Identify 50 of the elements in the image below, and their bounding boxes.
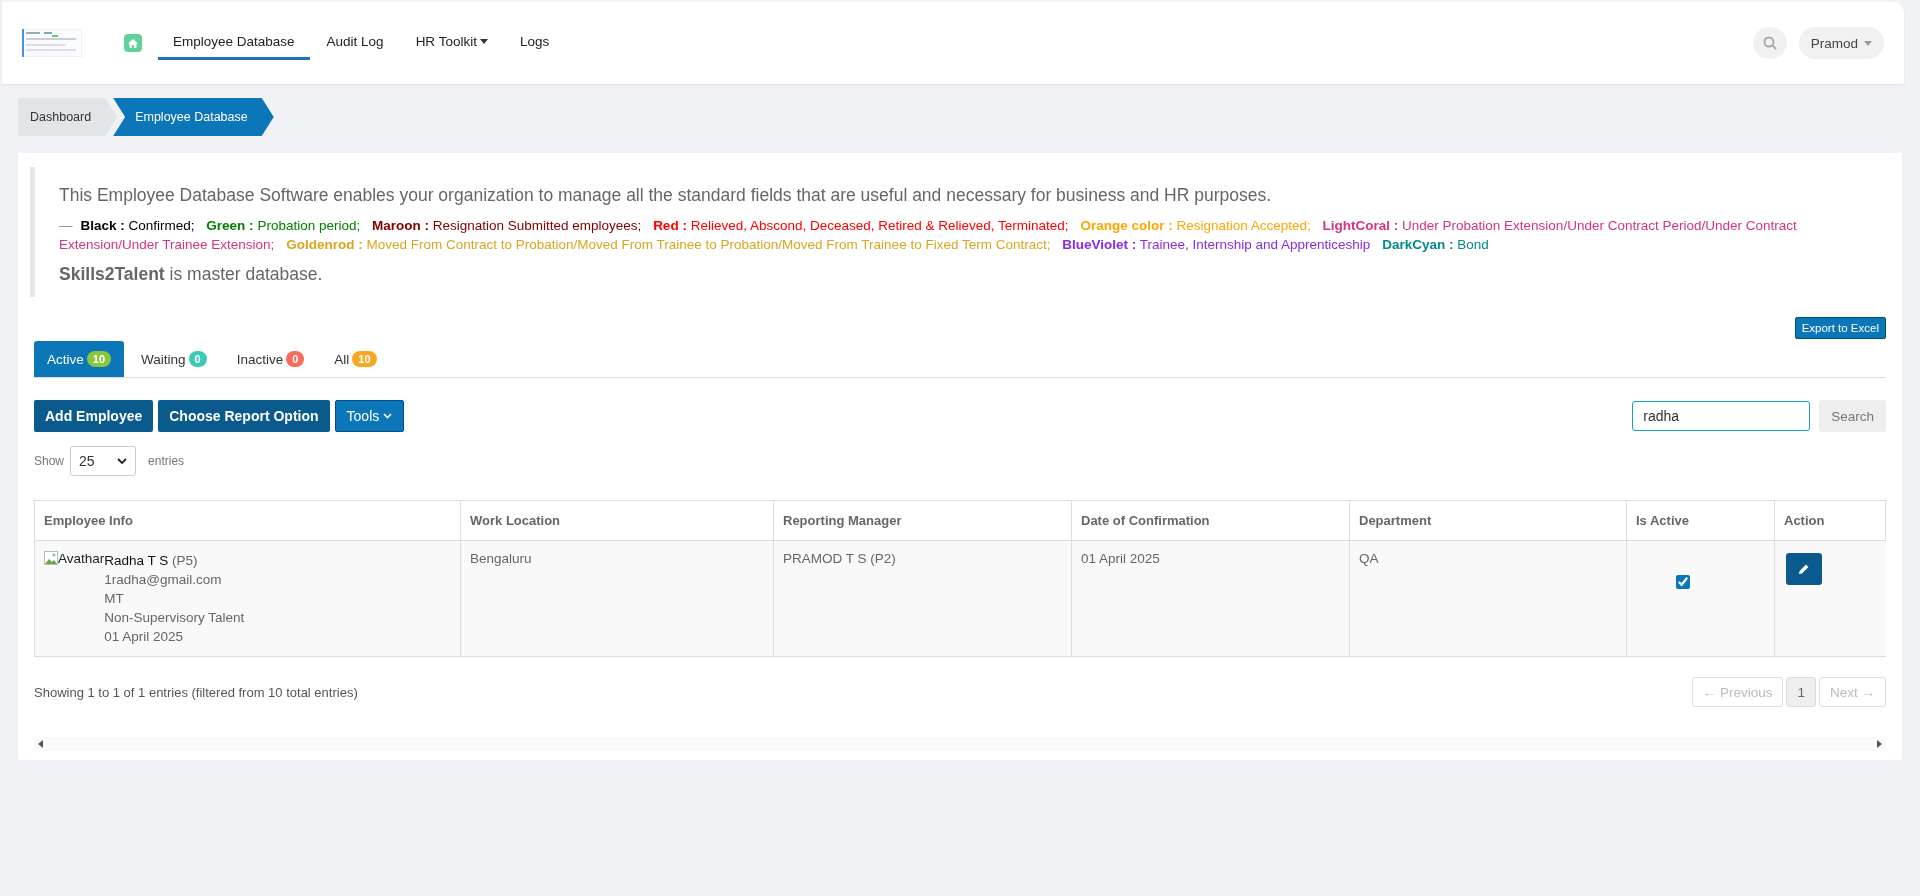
table-cell: 01 April 2025	[1081, 551, 1160, 566]
search-button[interactable]: Search	[1819, 400, 1886, 432]
count-badge: 10	[86, 351, 111, 367]
action-button[interactable]: Tools	[334, 400, 405, 432]
search-icon	[1762, 36, 1777, 50]
description-text: This Employee Database Software enables your organization to manage all the standard fields that are useful and necessary for business and HR purposes.	[59, 185, 1273, 206]
employee-detail: Non-Supervisory Talent	[104, 609, 245, 627]
nav-item[interactable]: Audit Log	[311, 26, 399, 60]
table-cell: PRAMOD T S (P2)	[783, 551, 896, 566]
broken-image-icon	[44, 551, 58, 565]
employee-detail: 1radha@gmail.com	[104, 571, 223, 589]
breadcrumb-item[interactable]: Employee Database	[113, 98, 274, 136]
search-field[interactable]: radha	[1632, 401, 1811, 431]
user-menu[interactable]: Pramod	[1798, 27, 1884, 59]
entries-select[interactable]: 25	[70, 446, 137, 476]
count-badge: 0	[188, 351, 207, 367]
nav-item[interactable]: Employee Database	[158, 26, 310, 60]
table-cell: QA	[1359, 551, 1379, 566]
avatar-alt-text: Avathar	[44, 551, 105, 646]
tab[interactable]: Inactive 0	[223, 341, 318, 377]
horizontal-scrollbar[interactable]	[34, 737, 1886, 751]
note-text: Skills2Talent is master database.	[59, 264, 324, 285]
tab[interactable]: Waiting 0	[128, 341, 220, 377]
table-cell: Bengaluru	[470, 551, 532, 566]
scroll-right-icon[interactable]	[1877, 740, 1882, 748]
page-button[interactable]: 1	[1786, 677, 1816, 707]
caret-icon	[1864, 40, 1872, 46]
employee-name: Radha T S (P5)	[104, 552, 199, 570]
count-badge: 10	[352, 351, 377, 367]
tab[interactable]: All 10	[321, 341, 390, 377]
pencil-icon	[1798, 563, 1810, 575]
tab[interactable]: Active 10	[34, 341, 124, 377]
entries-label: entries	[148, 454, 185, 468]
nav-item[interactable]: HR Toolkit	[400, 26, 503, 60]
employee-detail: 01 April 2025	[104, 628, 185, 646]
nav-item[interactable]: Logs	[504, 26, 565, 60]
export-button[interactable]: Export to Excel	[1794, 317, 1886, 339]
show-label: Show	[34, 454, 65, 468]
active-checkbox[interactable]	[1676, 575, 1690, 589]
legend-text: — Black : Confirmed; Green : Probation period; Maroon : Resignation Submitted employees; Red : Relieved, Abscond, Deceased, Retired & Relieved, Terminated; Orange color : Resignation Accepted; LightCoral : Under Probation Extension/Under Contract Period/Under Contract Extension/Under Trainee Extension; Goldenrod : Moved From Contract to Probation/Moved From Trainee to Probation/Moved From Trainee to Fixed Term Contract; BlueViolet : Trainee, Internship and Apprenticeship DarkCyan : Bond	[59, 217, 1798, 254]
action-button[interactable]: Add Employee	[34, 400, 154, 432]
logo[interactable]	[22, 29, 82, 57]
action-button[interactable]: Choose Report Option	[158, 400, 330, 432]
summary-text: Showing 1 to 1 of 1 entries (filtered from 10 total entries)	[34, 684, 359, 700]
edit-button[interactable]	[1786, 553, 1822, 585]
scroll-left-icon[interactable]	[38, 740, 43, 748]
employee-detail: MT	[104, 590, 125, 608]
chevron-icon	[117, 458, 128, 464]
count-badge: 0	[286, 351, 305, 367]
breadcrumb-item[interactable]: Dashboard	[18, 98, 118, 136]
